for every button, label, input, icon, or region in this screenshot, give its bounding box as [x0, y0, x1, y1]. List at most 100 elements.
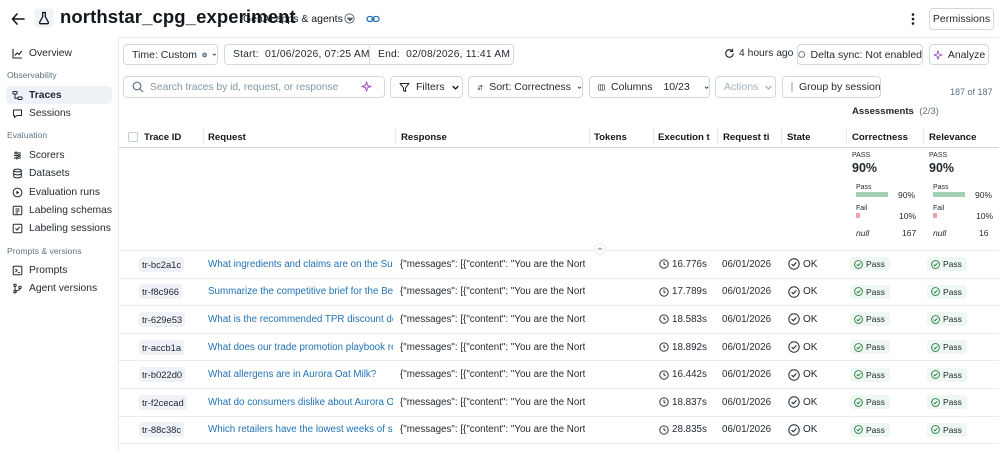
response-cell[interactable]: {"messages": [{"content": "You are the N…	[400, 389, 585, 416]
sidebar-item-traces[interactable]: Traces	[6, 86, 112, 104]
permissions-button[interactable]: Permissions	[929, 8, 994, 30]
trace-id-cell[interactable]: tr-629e53	[139, 306, 214, 333]
pass-badge[interactable]: Pass	[927, 340, 967, 355]
clear-icon[interactable]	[202, 50, 207, 60]
pass-badge[interactable]: Pass	[927, 395, 967, 410]
column-header-tokens[interactable]: Tokens	[594, 132, 649, 143]
response-cell[interactable]: {"messages": [{"content": "You are the N…	[400, 417, 585, 444]
relevance-cell[interactable]: Pass	[927, 417, 977, 444]
table-row[interactable]: tr-accb1a What does our trade promotion …	[119, 334, 999, 362]
correctness-cell[interactable]: Pass	[850, 417, 900, 444]
trace-id-tag[interactable]: tr-88c38c	[139, 422, 185, 438]
trace-id-cell[interactable]: tr-f2cecad	[139, 389, 214, 416]
pass-badge[interactable]: Pass	[927, 422, 967, 437]
correctness-cell[interactable]: Pass	[850, 251, 900, 278]
trace-id-cell[interactable]: tr-bc2a1c	[139, 251, 214, 278]
trace-id-tag[interactable]: tr-b022d0	[139, 367, 186, 383]
correctness-cell[interactable]: Pass	[850, 361, 900, 388]
correctness-cell[interactable]: Pass	[850, 389, 900, 416]
column-header-trace-id[interactable]: Trace ID	[144, 132, 199, 143]
correctness-cell[interactable]: Pass	[850, 334, 900, 361]
sidebar-item-labeling-sessions[interactable]: Labeling sessions	[6, 220, 112, 236]
delta-sync-button[interactable]: Delta sync: Not enabled	[797, 44, 923, 65]
group-by-session-toggle[interactable]: Group by session	[782, 76, 881, 98]
relevance-cell[interactable]: Pass	[927, 389, 977, 416]
response-cell[interactable]: {"messages": [{"content": "You are the N…	[400, 279, 585, 306]
pass-badge[interactable]: Pass	[927, 367, 967, 382]
analyze-button[interactable]: Analyze	[929, 44, 989, 65]
table-row[interactable]: tr-f8c966 Summarize the competitive brie…	[119, 279, 999, 307]
group-by-session-checkbox[interactable]	[791, 82, 793, 92]
table-row[interactable]: tr-b022d0 What allergens are in Aurora O…	[119, 361, 999, 389]
relevance-cell[interactable]: Pass	[927, 334, 977, 361]
table-row[interactable]: tr-f2cecad What do consumers dislike abo…	[119, 389, 999, 417]
column-header-correctness[interactable]: Correctness	[852, 132, 920, 143]
more-options-icon[interactable]	[905, 11, 921, 27]
relevance-cell[interactable]: Pass	[927, 361, 977, 388]
pass-badge[interactable]: Pass	[850, 284, 890, 299]
table-row[interactable]: tr-bc2a1c What ingredients and claims ar…	[119, 251, 999, 279]
ai-search-icon[interactable]	[361, 81, 372, 92]
pass-badge[interactable]: Pass	[850, 367, 890, 382]
column-header-request-time[interactable]: Request ti	[723, 132, 776, 143]
request-cell[interactable]: Which retailers have the lowest weeks of…	[208, 417, 393, 444]
start-date-field[interactable]: Start: 01/06/2026, 07:25 AM	[225, 45, 370, 64]
pass-badge[interactable]: Pass	[927, 284, 967, 299]
actions-dropdown[interactable]: Actions	[715, 76, 776, 98]
time-range-dropdown[interactable]: Time: Custom	[123, 44, 218, 65]
back-arrow-icon[interactable]	[9, 10, 27, 28]
pass-badge[interactable]: Pass	[850, 395, 890, 410]
pass-badge[interactable]: Pass	[927, 312, 967, 327]
select-all-checkbox[interactable]	[128, 132, 138, 142]
trace-id-cell[interactable]: tr-b022d0	[139, 361, 214, 388]
request-cell[interactable]: What is the recommended TPR discount de	[208, 306, 393, 333]
date-range-picker[interactable]: Start: 01/06/2026, 07:25 AM End: 02/08/2…	[224, 44, 514, 65]
end-date-field[interactable]: End: 02/08/2026, 11:41 AM	[370, 45, 510, 64]
sidebar-item-evaluation-runs[interactable]: Evaluation runs	[6, 184, 112, 200]
link-icon[interactable]	[366, 12, 380, 26]
trace-id-tag[interactable]: tr-f2cecad	[139, 394, 187, 410]
request-cell[interactable]: What do consumers dislike about Aurora O…	[208, 389, 393, 416]
column-header-response[interactable]: Response	[401, 132, 581, 143]
response-cell[interactable]: {"messages": [{"content": "You are the N…	[400, 361, 585, 388]
sidebar-item-agent-versions[interactable]: Agent versions	[6, 280, 112, 296]
request-cell[interactable]: What ingredients and claims are on the S…	[208, 251, 393, 278]
sidebar-item-sessions[interactable]: Sessions	[6, 105, 112, 121]
trace-id-tag[interactable]: tr-accb1a	[139, 339, 185, 355]
pass-badge[interactable]: Pass	[850, 257, 890, 272]
request-cell[interactable]: Summarize the competitive brief for the …	[208, 279, 393, 306]
relevance-cell[interactable]: Pass	[927, 251, 977, 278]
relevance-cell[interactable]: Pass	[927, 279, 977, 306]
sidebar-item-prompts[interactable]: Prompts	[6, 262, 112, 278]
response-cell[interactable]: {"messages": [{"content": "You are the N…	[400, 334, 585, 361]
pass-badge[interactable]: Pass	[850, 312, 890, 327]
pass-badge[interactable]: Pass	[850, 422, 890, 437]
column-header-state[interactable]: State	[787, 132, 842, 143]
info-icon[interactable]	[344, 13, 355, 24]
app-type-dropdown[interactable]: GenAI apps & agents	[239, 10, 358, 28]
columns-dropdown[interactable]: Columns 10/23	[589, 76, 710, 98]
correctness-cell[interactable]: Pass	[850, 306, 900, 333]
table-row[interactable]: tr-88c38c Which retailers have the lowes…	[119, 417, 999, 445]
trace-id-cell[interactable]: tr-accb1a	[139, 334, 214, 361]
request-cell[interactable]: What does our trade promotion playbook r…	[208, 334, 393, 361]
search-input[interactable]: Search traces by id, request, or respons…	[123, 76, 385, 98]
refresh-button[interactable]: 4 hours ago	[724, 48, 793, 59]
sidebar-item-labeling-schemas[interactable]: Labeling schemas	[6, 202, 112, 218]
trace-id-cell[interactable]: tr-88c38c	[139, 417, 214, 444]
column-header-execution-time[interactable]: Execution t	[658, 132, 713, 143]
trace-id-tag[interactable]: tr-f8c966	[139, 284, 182, 300]
correctness-cell[interactable]: Pass	[850, 279, 900, 306]
sidebar-item-datasets[interactable]: Datasets	[6, 165, 112, 181]
column-header-request[interactable]: Request	[208, 132, 388, 143]
pass-badge[interactable]: Pass	[927, 257, 967, 272]
sidebar-item-scorers[interactable]: Scorers	[6, 147, 112, 163]
response-cell[interactable]: {"messages": [{"content": "You are the N…	[400, 306, 585, 333]
sidebar-item-overview[interactable]: Overview	[6, 45, 112, 61]
trace-id-tag[interactable]: tr-bc2a1c	[139, 256, 185, 272]
filters-button[interactable]: Filters	[390, 76, 463, 98]
column-header-relevance[interactable]: Relevance	[929, 132, 999, 143]
request-cell[interactable]: What allergens are in Aurora Oat Milk?	[208, 361, 393, 388]
trace-id-cell[interactable]: tr-f8c966	[139, 279, 214, 306]
table-row[interactable]: tr-629e53 What is the recommended TPR di…	[119, 306, 999, 334]
